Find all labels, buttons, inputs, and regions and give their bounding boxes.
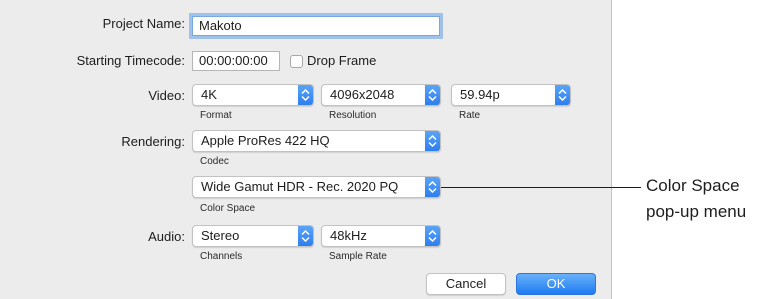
rate-caption: Rate [459, 110, 481, 121]
sample-rate-value: 48kHz [330, 228, 367, 243]
video-label: Video: [148, 88, 185, 103]
audio-label-wrap: Audio: [0, 229, 185, 249]
format-popup[interactable]: 4K [192, 84, 314, 106]
codec-popup[interactable]: Apple ProRes 422 HQ [192, 130, 441, 152]
rate-value: 59.94p [460, 87, 500, 102]
chevron-updown-icon [425, 85, 440, 105]
chevron-updown-icon [555, 85, 570, 105]
drop-frame-checkbox[interactable] [290, 55, 303, 68]
sample-rate-popup[interactable]: 48kHz [321, 225, 441, 247]
rendering-label-wrap: Rendering: [0, 134, 185, 154]
project-settings-dialog: Project Name: Makoto Starting Timecode: … [0, 0, 612, 299]
channels-caption: Channels [200, 251, 243, 262]
callout-line-1: Color Space [646, 176, 740, 195]
color-space-popup[interactable]: Wide Gamut HDR - Rec. 2020 PQ [192, 176, 441, 198]
color-space-callout: Color Space pop-up menu [646, 173, 746, 225]
cancel-button[interactable]: Cancel [426, 273, 506, 295]
rendering-label: Rendering: [121, 134, 185, 149]
chevron-updown-icon [425, 226, 440, 246]
resolution-popup[interactable]: 4096x2048 [321, 84, 441, 106]
chevron-updown-icon [425, 131, 440, 151]
project-name-label-wrap: Project Name: [0, 16, 185, 36]
callout-line-2: pop-up menu [646, 202, 747, 221]
timecode-label-wrap: Starting Timecode: [0, 53, 185, 73]
resolution-value: 4096x2048 [330, 87, 395, 102]
ok-button[interactable]: OK [516, 273, 596, 295]
chevron-updown-icon [298, 226, 313, 246]
project-name-label: Project Name: [102, 16, 185, 31]
audio-label: Audio: [148, 229, 185, 244]
color-space-value: Wide Gamut HDR - Rec. 2020 PQ [201, 179, 399, 194]
codec-caption: Codec [200, 156, 229, 167]
channels-value: Stereo [201, 228, 240, 243]
codec-value: Apple ProRes 422 HQ [201, 133, 330, 148]
sample-rate-caption: Sample Rate [329, 251, 387, 262]
rate-popup[interactable]: 59.94p [451, 84, 571, 106]
format-value: 4K [201, 87, 217, 102]
format-caption: Format [200, 110, 232, 121]
starting-timecode-field[interactable]: 00:00:00:00 [192, 51, 280, 71]
resolution-caption: Resolution [329, 110, 377, 121]
chevron-updown-icon [425, 177, 440, 197]
project-name-field[interactable]: Makoto [192, 16, 440, 36]
video-label-wrap: Video: [0, 88, 185, 108]
color-space-caption: Color Space [200, 203, 256, 214]
chevron-updown-icon [298, 85, 313, 105]
callout-line [441, 187, 641, 188]
channels-popup[interactable]: Stereo [192, 225, 314, 247]
timecode-label: Starting Timecode: [76, 53, 185, 68]
drop-frame-label: Drop Frame [307, 53, 377, 68]
